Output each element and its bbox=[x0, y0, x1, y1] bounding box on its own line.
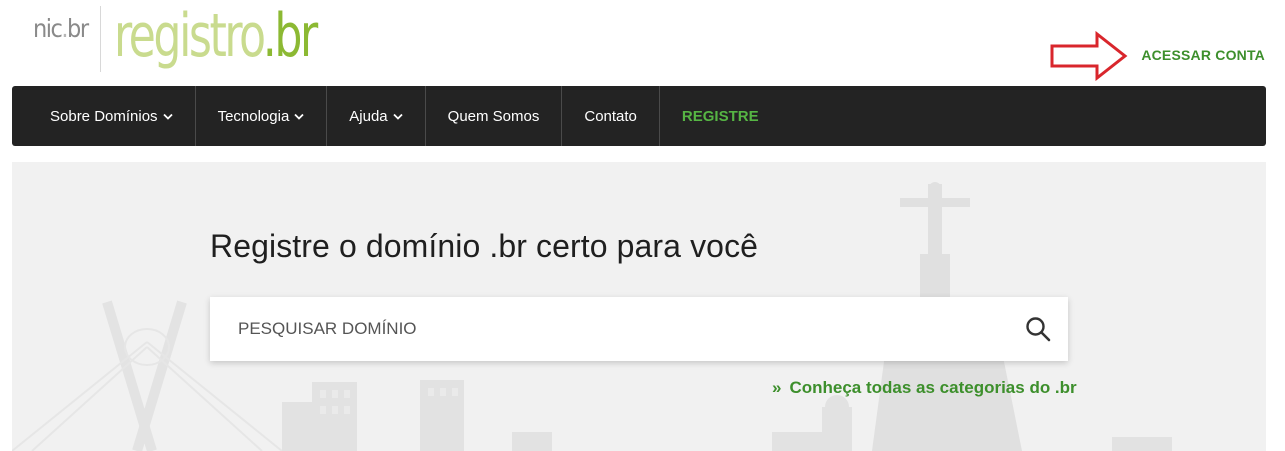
red-arrow-icon bbox=[1050, 31, 1128, 81]
hero-section: Registre o domínio .br certo para você »… bbox=[12, 162, 1266, 451]
account-login-link[interactable]: ACESSAR CONTA bbox=[1141, 47, 1265, 63]
search-icon bbox=[1026, 317, 1051, 342]
main-nav: Sobre Domínios Tecnologia Ajuda Quem Som… bbox=[12, 86, 1266, 146]
search-button[interactable] bbox=[1008, 297, 1068, 361]
logo-suffix-text: .br bbox=[262, 1, 317, 71]
nav-item-ajuda[interactable]: Ajuda bbox=[327, 86, 426, 146]
site-logo[interactable]: nic.br registro.br bbox=[33, 6, 360, 76]
nav-item-label: Contato bbox=[584, 107, 637, 125]
nav-item-quem-somos[interactable]: Quem Somos bbox=[426, 86, 563, 146]
nav-item-tecnologia[interactable]: Tecnologia bbox=[196, 86, 328, 146]
domain-search-input[interactable] bbox=[210, 297, 1008, 361]
nic-br-logo[interactable]: nic.br bbox=[33, 14, 89, 43]
nav-item-label: Quem Somos bbox=[447, 107, 540, 125]
nav-item-contato[interactable]: Contato bbox=[562, 86, 660, 146]
chevron-down-icon bbox=[294, 113, 304, 120]
double-chevron-right-icon: » bbox=[772, 378, 782, 397]
nav-item-registre[interactable]: REGISTRE bbox=[660, 86, 781, 146]
chevron-down-icon bbox=[162, 113, 173, 120]
domain-search-box bbox=[210, 297, 1068, 361]
nav-item-label: Ajuda bbox=[349, 107, 388, 125]
nav-item-label: Sobre Domínios bbox=[50, 107, 158, 125]
logo-main-text: registro bbox=[113, 1, 265, 71]
categories-link[interactable]: » Conheça todas as categorias do .br bbox=[772, 378, 1077, 398]
categories-link-label: Conheça todas as categorias do .br bbox=[789, 378, 1077, 397]
nav-item-label: REGISTRE bbox=[681, 107, 759, 125]
registro-br-logo[interactable]: registro.br bbox=[114, 6, 318, 66]
nic-logo-suffix: br bbox=[67, 14, 89, 43]
chevron-down-icon bbox=[393, 113, 403, 120]
logo-divider bbox=[99, 6, 101, 72]
nav-item-label: Tecnologia bbox=[217, 107, 290, 125]
nic-logo-prefix: nic bbox=[33, 14, 63, 43]
hero-title: Registre o domínio .br certo para você bbox=[210, 228, 759, 264]
nav-item-sobre-dominios[interactable]: Sobre Domínios bbox=[12, 86, 196, 146]
